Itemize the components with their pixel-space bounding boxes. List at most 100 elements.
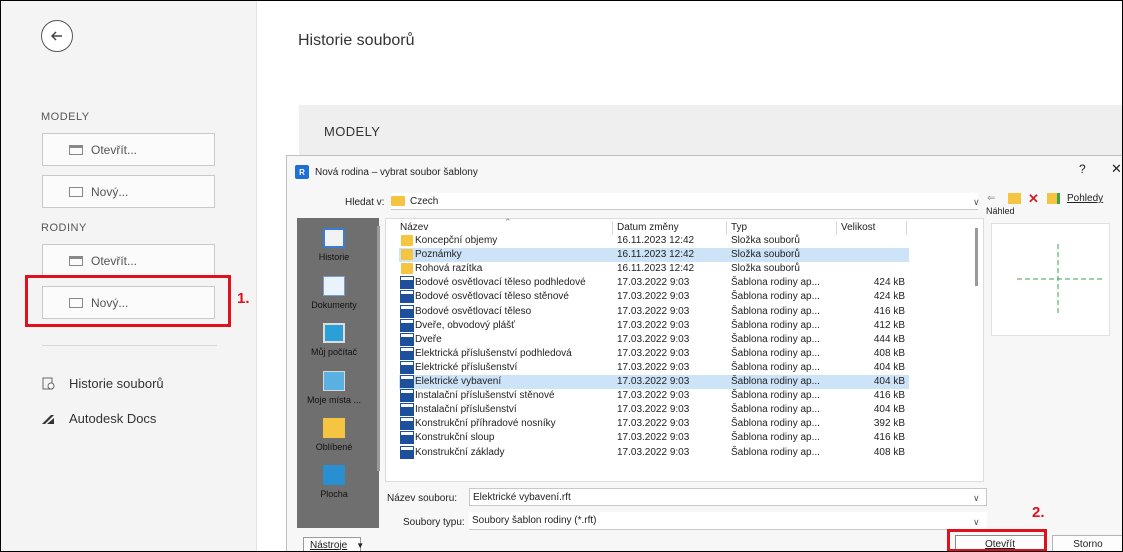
- column-separator[interactable]: [612, 221, 613, 235]
- dialog-toolbar: ⇐ ✕ Pohledy: [987, 192, 1103, 205]
- place-history[interactable]: Historie: [301, 228, 367, 262]
- new-file-icon: [69, 186, 83, 197]
- column-header-size[interactable]: Velikost: [841, 222, 875, 233]
- folder-open-icon: [69, 144, 83, 155]
- file-date: 17.03.2022 9:03: [617, 319, 690, 331]
- file-size: 416 kB: [873, 432, 905, 444]
- file-type: Šablona rodiny ap...: [731, 418, 820, 430]
- file-size: 404 kB: [873, 376, 905, 387]
- file-size: 404 kB: [873, 404, 905, 416]
- file-name: Bodové osvětlovací těleso: [415, 305, 532, 317]
- nav-item-autodesk-docs[interactable]: Autodesk Docs: [41, 411, 156, 426]
- file-row[interactable]: Konstrukční sloup 17.03.2022 9:03 Šablona …: [399, 431, 909, 445]
- favorites-folder-icon: [323, 418, 345, 438]
- file-row[interactable]: Bodové osvětlovací těleso stěnové 17.03.2…: [399, 290, 909, 304]
- folder-icon: [401, 263, 413, 275]
- cancel-button[interactable]: Storno: [1052, 535, 1123, 552]
- chevron-down-icon[interactable]: ∨: [973, 197, 980, 208]
- file-row[interactable]: Elektrické vybavení 17.03.2022 9:03 Šablon…: [399, 375, 909, 389]
- history-place-icon: [323, 228, 345, 248]
- close-button[interactable]: ✕: [1111, 161, 1122, 177]
- column-header-type[interactable]: Typ: [731, 222, 747, 233]
- file-list-scrollbar[interactable]: [975, 228, 978, 286]
- look-in-label: Hledat v:: [345, 197, 385, 208]
- file-row[interactable]: Bodové osvětlovací těleso podhledové 17.0…: [399, 276, 909, 290]
- family-template-icon: [400, 290, 414, 304]
- file-row[interactable]: Dveře, obvodový plášť 17.03.2022 9:03 Šabl…: [399, 318, 909, 333]
- chevron-down-icon[interactable]: ∨: [973, 493, 980, 504]
- views-label[interactable]: Pohledy: [1067, 193, 1103, 204]
- file-size: 412 kB: [873, 319, 905, 331]
- models-new-button[interactable]: Nový...: [42, 175, 215, 208]
- file-row[interactable]: Elektrická příslušenství podhledová 17.03…: [399, 346, 909, 361]
- delete-icon[interactable]: ✕: [1028, 192, 1040, 205]
- file-row[interactable]: Konstrukční příhradové nosníky 17.03.2022…: [399, 417, 909, 431]
- place-favorites[interactable]: Oblíbené: [301, 418, 367, 452]
- place-label: Dokumenty: [311, 300, 357, 310]
- tools-button[interactable]: Nástroje ▼: [303, 537, 364, 552]
- chevron-down-icon[interactable]: ∨: [973, 517, 980, 528]
- file-row[interactable]: Bodové osvětlovací těleso 17.03.2022 9:03…: [399, 304, 909, 319]
- column-separator[interactable]: [906, 221, 907, 235]
- places-scrollbar[interactable]: [377, 226, 380, 471]
- file-name: Konstrukční příhradové nosníky: [415, 418, 556, 430]
- column-separator[interactable]: [836, 221, 837, 235]
- filename-value: Elektrické vybavení.rft: [473, 491, 571, 503]
- column-separator[interactable]: [726, 221, 727, 235]
- file-row[interactable]: Koncepční objemy 16.11.2023 12:42 Složka s…: [399, 234, 909, 248]
- families-section-label: RODINY: [41, 222, 87, 234]
- file-row[interactable]: Instalační příslušenství 17.03.2022 9:03 Š…: [399, 403, 909, 417]
- file-date: 16.11.2023 12:42: [617, 249, 695, 261]
- file-name: Poznámky: [415, 249, 462, 261]
- desktop-icon: [323, 465, 345, 485]
- place-documents[interactable]: Dokumenty: [301, 276, 367, 310]
- models-section-label: MODELY: [41, 111, 90, 123]
- file-type: Šablona rodiny ap...: [731, 347, 820, 359]
- up-folder-icon[interactable]: [1008, 193, 1021, 204]
- family-template-icon: [400, 276, 414, 290]
- file-type: Složka souborů: [731, 249, 800, 261]
- file-type: Šablona rodiny ap...: [731, 277, 820, 289]
- filetype-select[interactable]: Soubory šablon rodiny (*.rft): [469, 512, 987, 530]
- file-type: Šablona rodiny ap...: [731, 376, 820, 387]
- file-row[interactable]: Rohová razítka 16.11.2023 12:42 Složka sou…: [399, 262, 909, 276]
- back-arrow-icon[interactable]: ⇐: [987, 193, 1001, 204]
- autodesk-docs-icon: [41, 412, 55, 426]
- cancel-label: Storno: [1073, 538, 1103, 550]
- column-header-date[interactable]: Datum změny: [617, 222, 679, 233]
- filename-input[interactable]: Elektrické vybavení.rft: [469, 488, 987, 506]
- help-button[interactable]: ?: [1079, 162, 1086, 176]
- family-template-icon: [400, 304, 414, 318]
- place-desktop[interactable]: Plocha: [301, 465, 367, 499]
- history-icon: [41, 377, 55, 391]
- look-in-select[interactable]: Czech: [391, 193, 978, 210]
- nav-label-autodesk-docs: Autodesk Docs: [69, 411, 157, 426]
- families-open-button[interactable]: Otevřít...: [42, 244, 215, 277]
- file-size: 404 kB: [873, 361, 905, 373]
- models-open-button[interactable]: Otevřít...: [42, 133, 215, 166]
- filetype-label: Soubory typu:: [403, 517, 465, 528]
- file-row[interactable]: Instalační příslušenství stěnové 17.03.20…: [399, 389, 909, 403]
- file-row[interactable]: Dveře 17.03.2022 9:03 Šablona rodiny ap...…: [399, 332, 909, 347]
- file-name: Dveře: [415, 333, 442, 345]
- annotation-box-2: [947, 529, 1047, 552]
- file-name: Bodové osvětlovací těleso stěnové: [415, 291, 569, 303]
- file-row[interactable]: Konstrukční základy 17.03.2022 9:03 Šablon…: [399, 445, 909, 460]
- place-label: Můj počítač: [310, 347, 358, 357]
- new-folder-icon[interactable]: [1047, 193, 1060, 204]
- column-header-name[interactable]: Název: [400, 222, 428, 233]
- file-date: 17.03.2022 9:03: [617, 404, 690, 416]
- family-template-icon: [400, 375, 414, 388]
- nav-label-file-history: Historie souborů: [69, 376, 164, 391]
- file-type: Šablona rodiny ap...: [731, 361, 820, 373]
- filename-label: Název souboru:: [387, 493, 458, 504]
- nav-item-file-history[interactable]: Historie souborů: [41, 376, 164, 391]
- back-button[interactable]: [41, 20, 73, 52]
- place-my-computer[interactable]: Můj počítač: [301, 323, 367, 357]
- file-name: Koncepční objemy: [415, 235, 498, 246]
- file-date: 17.03.2022 9:03: [617, 376, 690, 387]
- file-row[interactable]: Elektrické příslušenství 17.03.2022 9:03 Š…: [399, 360, 909, 375]
- file-row[interactable]: Poznámky 16.11.2023 12:42 Složka souborů: [399, 248, 909, 263]
- file-name: Konstrukční základy: [415, 446, 505, 458]
- place-my-places[interactable]: Moje místa ...: [301, 371, 367, 405]
